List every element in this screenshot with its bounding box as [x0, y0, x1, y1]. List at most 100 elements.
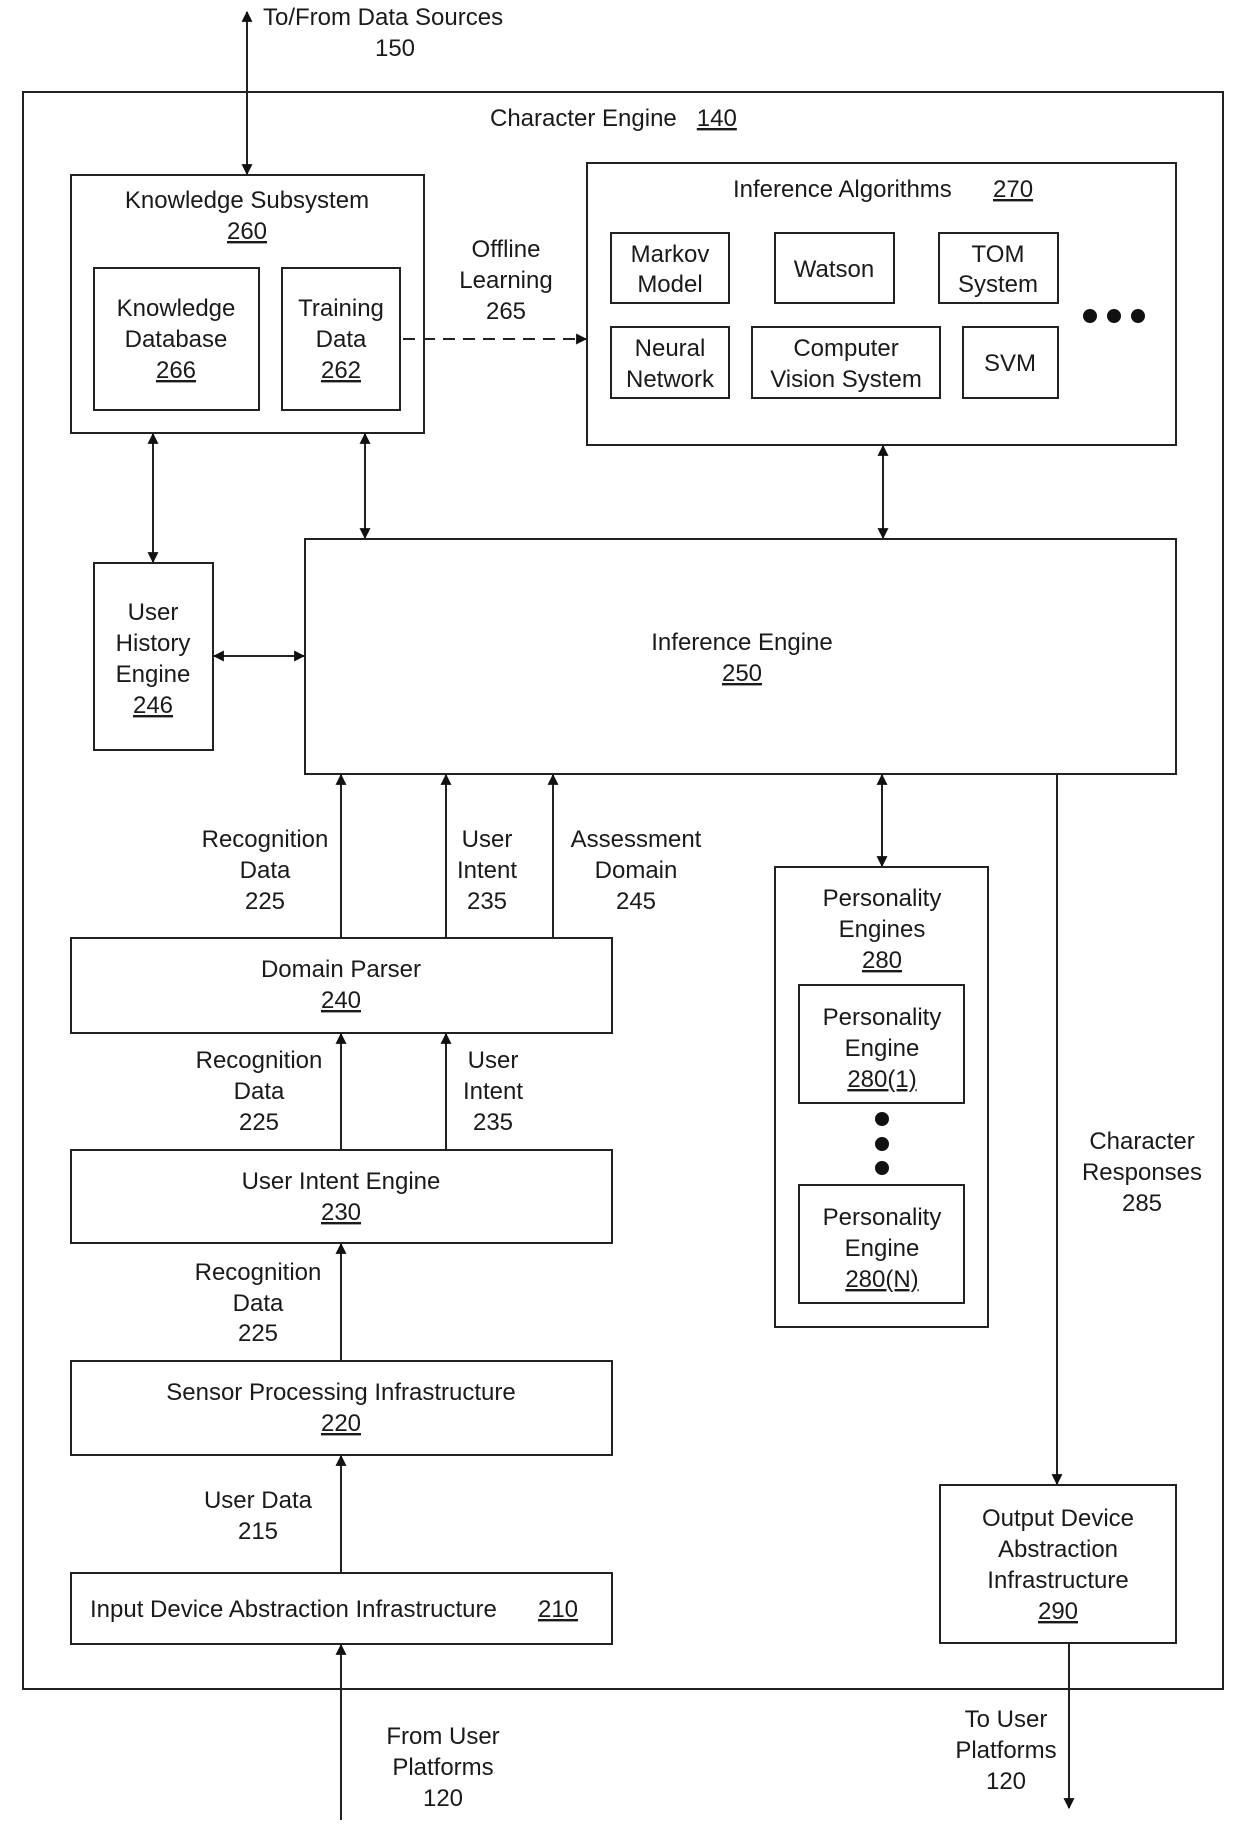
training-data: Training Data 262 — [281, 267, 401, 411]
from-user-platforms-ref: 120 — [423, 1785, 463, 1812]
to-user-platforms-ref: 120 — [986, 1768, 1026, 1795]
svg-text:Watson: Watson — [794, 256, 874, 283]
recognition-data-label-3b: Data — [233, 1290, 284, 1317]
recognition-data-ref-2: 225 — [239, 1109, 279, 1136]
algorithm-markov-model: Markov Model — [610, 232, 730, 304]
personality-engine-first: Personality Engine 280(1) — [798, 984, 965, 1104]
character-responses-label: Character — [1089, 1128, 1194, 1155]
user-intent-label-2: User — [468, 1047, 519, 1074]
from-user-platforms-label-b: Platforms — [392, 1754, 493, 1781]
algorithm-watson: Watson — [774, 232, 895, 304]
personality-engine-last: Personality Engine 280(N) — [798, 1184, 965, 1304]
inference-engine-ref: 250 — [722, 660, 762, 687]
user-intent-ref-2: 235 — [473, 1109, 513, 1136]
svg-text:User: User — [128, 599, 179, 626]
knowledge-database: Knowledge Database 266 — [93, 267, 260, 411]
user-intent-label-2b: Intent — [463, 1078, 523, 1105]
svg-text:Personality: Personality — [823, 885, 942, 912]
offline-learning-ref: 265 — [486, 298, 526, 325]
output-device-abstraction-infrastructure: Output Device Abstraction Infrastructure… — [939, 1484, 1177, 1644]
user-intent-engine-ref: 230 — [321, 1199, 361, 1226]
personality-engines: Personality Engines 280 Personality Engi… — [774, 866, 989, 1328]
svg-text:History: History — [116, 630, 191, 657]
svg-text:Inference Engine: Inference Engine — [651, 629, 832, 656]
inference-engine: Inference Engine 250 — [304, 538, 1177, 775]
personality-engine-last-ref: 280(N) — [845, 1266, 918, 1293]
user-history-engine: User History Engine 246 — [93, 562, 214, 751]
inference-algorithms-ref: 270 — [993, 176, 1033, 203]
svg-text:Training: Training — [298, 295, 384, 322]
svg-text:Engine: Engine — [116, 661, 191, 688]
user-intent-label-1b: Intent — [457, 857, 517, 884]
recognition-data-label-2b: Data — [234, 1078, 285, 1105]
input-device-abstraction-ref: 210 — [538, 1596, 578, 1623]
user-intent-label-1: User — [462, 826, 513, 853]
data-sources-label: To/From Data Sources — [263, 4, 503, 31]
recognition-data-label-1b: Data — [240, 857, 291, 884]
assessment-domain-label-b: Domain — [595, 857, 678, 884]
svg-text:SVM: SVM — [984, 350, 1036, 377]
inference-algorithms: Inference Algorithms 270 Markov Model Wa… — [586, 162, 1177, 446]
input-device-abstraction-infrastructure: Input Device Abstraction Infrastructure … — [70, 1572, 613, 1645]
knowledge-subsystem: Knowledge Subsystem 260 Knowledge Databa… — [70, 174, 425, 434]
svg-text:Input Device Abstraction Infra: Input Device Abstraction Infrastructure — [90, 1596, 497, 1623]
recognition-data-label-3: Recognition — [195, 1259, 322, 1286]
user-intent-ref-1: 235 — [467, 888, 507, 915]
svg-text:Inference Algorithms: Inference Algorithms — [733, 176, 952, 203]
user-intent-engine: User Intent Engine 230 — [70, 1149, 613, 1244]
svg-text:Data: Data — [316, 326, 367, 353]
sensor-processing-ref: 220 — [321, 1410, 361, 1437]
svg-text:Domain Parser: Domain Parser — [261, 956, 421, 983]
assessment-domain-label: Assessment — [571, 826, 702, 853]
character-responses-label-b: Responses — [1082, 1159, 1202, 1186]
offline-learning-label-2: Learning — [459, 267, 552, 294]
vertical-ellipsis-icon — [875, 1112, 889, 1175]
sensor-processing-infrastructure: Sensor Processing Infrastructure 220 — [70, 1360, 613, 1456]
svg-text:Markov: Markov — [631, 241, 710, 268]
svg-text:Output Device: Output Device — [982, 1505, 1134, 1532]
svg-text:Infrastructure: Infrastructure — [987, 1567, 1128, 1594]
svg-text:Network: Network — [626, 366, 715, 393]
svg-text:System: System — [958, 271, 1038, 298]
svg-text:Engine: Engine — [845, 1235, 920, 1262]
personality-engine-first-ref: 280(1) — [847, 1066, 916, 1093]
user-data-label: User Data — [204, 1487, 313, 1514]
offline-learning-label: Offline — [472, 236, 541, 263]
svg-text:Model: Model — [637, 271, 702, 298]
svg-text:Knowledge: Knowledge — [117, 295, 236, 322]
svg-text:Sensor Processing Infrastructu: Sensor Processing Infrastructure — [166, 1379, 516, 1406]
character-engine-title: Character Engine 140 — [490, 105, 737, 132]
svg-text:Knowledge Subsystem: Knowledge Subsystem — [125, 187, 369, 214]
svg-text:User Intent Engine: User Intent Engine — [242, 1168, 441, 1195]
to-user-platforms-label: To User — [965, 1706, 1048, 1733]
algorithm-svm: SVM — [962, 326, 1059, 399]
character-engine-ref: 140 — [697, 105, 737, 132]
personality-engines-ref: 280 — [862, 947, 902, 974]
svg-text:Engines: Engines — [839, 916, 926, 943]
to-user-platforms-label-b: Platforms — [955, 1737, 1056, 1764]
svg-text:Engine: Engine — [845, 1035, 920, 1062]
svg-text:Database: Database — [125, 326, 228, 353]
knowledge-database-ref: 266 — [156, 357, 196, 384]
user-data-ref: 215 — [238, 1518, 278, 1545]
algorithm-neural-network: Neural Network — [610, 326, 730, 399]
algorithm-tom-system: TOM System — [938, 232, 1059, 304]
user-history-engine-ref: 246 — [133, 692, 173, 719]
character-responses-ref: 285 — [1122, 1190, 1162, 1217]
svg-text:Neural: Neural — [635, 335, 706, 362]
svg-text:Personality: Personality — [823, 1204, 942, 1231]
more-algorithms-ellipsis-icon — [1083, 309, 1145, 323]
svg-text:Abstraction: Abstraction — [998, 1536, 1118, 1563]
domain-parser-ref: 240 — [321, 987, 361, 1014]
recognition-data-ref-3: 225 — [238, 1320, 278, 1347]
assessment-domain-ref: 245 — [616, 888, 656, 915]
output-device-abstraction-ref: 290 — [1038, 1598, 1078, 1625]
from-user-platforms-label: From User — [386, 1723, 499, 1750]
recognition-data-label-2: Recognition — [196, 1047, 323, 1074]
svg-text:Computer: Computer — [793, 335, 898, 362]
svg-text:Personality: Personality — [823, 1004, 942, 1031]
algorithm-computer-vision-system: Computer Vision System — [751, 326, 941, 399]
knowledge-subsystem-ref: 260 — [227, 218, 267, 245]
data-sources-ref: 150 — [375, 35, 415, 62]
domain-parser: Domain Parser 240 — [70, 937, 613, 1034]
